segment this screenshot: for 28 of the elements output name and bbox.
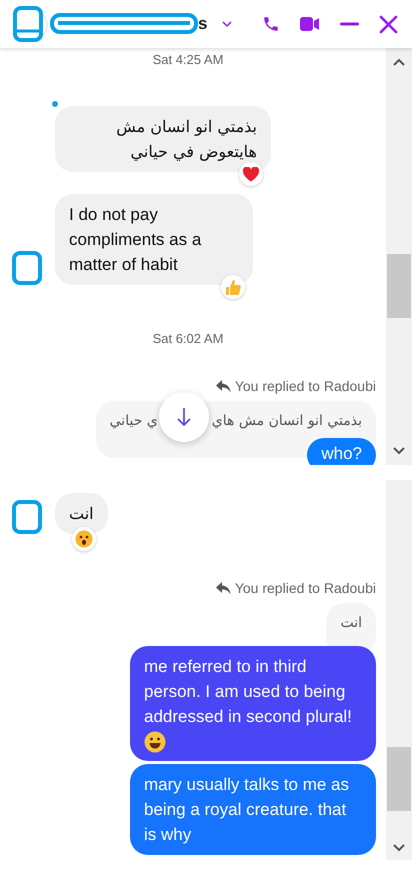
phone-icon[interactable]: [262, 15, 280, 33]
scrollbar-thumb[interactable]: [387, 747, 411, 811]
message-bubble: who?: [307, 438, 376, 465]
scrollbar[interactable]: [386, 48, 412, 465]
reply-label: You replied to Radoubi: [234, 579, 376, 597]
reply-icon: [216, 380, 231, 392]
video-camera-icon[interactable]: [300, 16, 320, 32]
close-icon[interactable]: [379, 14, 398, 34]
scrollbar[interactable]: [386, 480, 412, 860]
scroll-down-icon[interactable]: [393, 447, 405, 455]
timestamp: Sat 6:02 AM: [152, 330, 224, 348]
timestamp: Sat 4:25 AM: [152, 51, 224, 69]
reply-label: You replied to Radoubi: [234, 377, 376, 395]
scroll-down-icon[interactable]: [393, 844, 405, 852]
reply-icon: [216, 582, 231, 594]
message-bubble: mary usually talks to me as being a royal creature. that is why: [130, 764, 376, 855]
scroll-down-button[interactable]: [158, 392, 209, 442]
smiley-icon: [144, 731, 166, 753]
scroll-up-icon[interactable]: [393, 58, 405, 66]
arrow-down-icon: [176, 407, 192, 427]
heart-icon: [243, 166, 259, 182]
minimize-icon[interactable]: [340, 22, 359, 26]
message-bubble: me referred to in third person. I am used to being addressed in second plural!: [130, 646, 376, 761]
contact-name: s: [198, 13, 208, 36]
scrollbar-thumb[interactable]: [387, 254, 411, 318]
chevron-down-icon[interactable]: [221, 20, 234, 28]
avatar-redaction-mark: [12, 5, 48, 43]
thumbs-up-icon: [225, 278, 241, 296]
